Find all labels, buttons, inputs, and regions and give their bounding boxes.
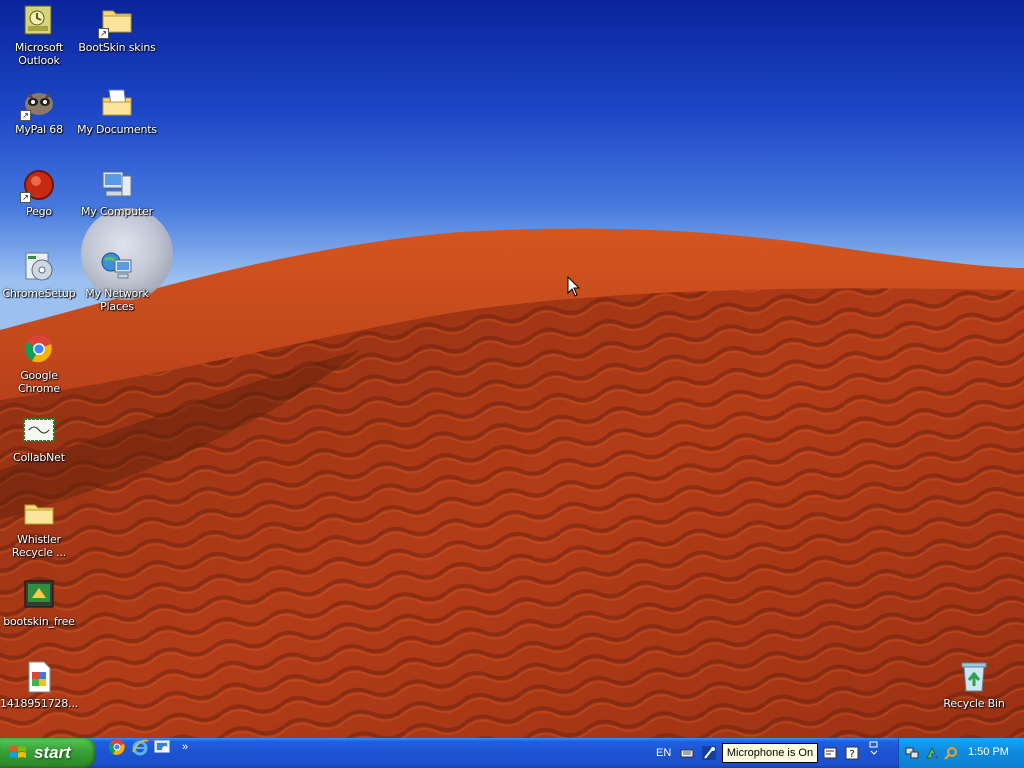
icon-label: Microsoft Outlook (14, 41, 64, 67)
microphone-status-tooltip: Microphone is On (722, 743, 818, 763)
icon-label: Pego (26, 205, 52, 218)
shortcut-arrow-icon: ↗ (98, 28, 109, 39)
mouse-cursor-icon (567, 276, 581, 297)
shortcut-arrow-icon: ↗ (20, 192, 31, 203)
icon-label: bootskin_free (3, 615, 75, 628)
desktop-icon-my-network-places[interactable]: My Network Places (77, 250, 157, 313)
quicklaunch-overflow-icon[interactable]: » (182, 741, 188, 753)
keyboard-icon[interactable] (680, 746, 694, 760)
network-tray-icon[interactable] (905, 746, 919, 760)
icon-label: 1418951728... (0, 697, 78, 710)
language-indicator[interactable]: EN (656, 747, 671, 759)
my-documents-icon (100, 86, 134, 120)
icon-label: Recycle Bin (943, 697, 1005, 710)
help-icon[interactable]: ? (845, 746, 859, 760)
google-chrome-icon (22, 332, 56, 366)
internet-explorer-icon[interactable] (131, 738, 149, 756)
search-tray-icon[interactable] (944, 746, 958, 760)
icon-label: BootSkin skins (78, 41, 156, 54)
pego-icon: ↗ (20, 168, 56, 203)
my-computer-icon (100, 168, 134, 202)
icon-label: My Computer (81, 205, 153, 218)
desktop-icon-image-file[interactable]: 1418951728... (0, 660, 79, 710)
microsoft-outlook-icon (22, 4, 56, 38)
mypal-icon: ↗ (20, 86, 56, 121)
desktop-icon-pego[interactable]: ↗ Pego (0, 168, 79, 218)
start-button[interactable]: start (0, 738, 96, 768)
icon-label: CollabNet (13, 451, 65, 464)
shortcut-arrow-icon: ↗ (20, 110, 31, 121)
chrome-quicklaunch-icon[interactable] (108, 738, 126, 756)
desktop-icon-bootskin-free[interactable]: bootskin_free (0, 578, 79, 628)
desktop-icon-whistler-recycle[interactable]: Whistler Recycle ... (0, 496, 79, 559)
desktop-icon-collabnet[interactable]: CollabNet (0, 414, 79, 464)
icon-label: Whistler Recycle ... (11, 533, 67, 559)
taskbar: start » EN Microphone is On ? 1:50 PM (0, 738, 1024, 768)
desktop-icon-my-documents[interactable]: My Documents (77, 86, 157, 136)
collabnet-icon (22, 414, 56, 448)
icon-label: ChromeSetup (2, 287, 76, 300)
network-places-icon (100, 250, 134, 284)
chrome-setup-icon (22, 250, 56, 284)
icon-label: My Network Places (85, 287, 149, 313)
desktop-icon-chrome-setup[interactable]: ChromeSetup (0, 250, 79, 300)
desktop: Microsoft Outlook ↗ MyPal 68 ↗ Pego Chro… (0, 0, 1024, 738)
restore-language-bar-icon[interactable] (867, 741, 881, 755)
show-desktop-icon[interactable] (153, 738, 171, 756)
microphone-icon[interactable] (702, 746, 716, 760)
file-icon (22, 660, 56, 694)
desktop-icon-bootskin-skins[interactable]: ↗ BootSkin skins (77, 4, 157, 54)
bootskin-icon (22, 578, 56, 612)
folder-icon (22, 496, 56, 530)
icon-label: My Documents (77, 123, 157, 136)
desktop-icon-mypal[interactable]: ↗ MyPal 68 (0, 86, 79, 136)
clock[interactable]: 1:50 PM (968, 746, 1009, 758)
speech-tools-icon[interactable] (823, 746, 837, 760)
icon-label: MyPal 68 (15, 123, 63, 136)
folder-icon: ↗ (98, 4, 134, 39)
safely-remove-hardware-icon[interactable] (925, 746, 939, 760)
start-label: start (34, 743, 71, 762)
desktop-icon-google-chrome[interactable]: Google Chrome (0, 332, 79, 395)
desktop-icon-recycle-bin[interactable]: Recycle Bin (934, 660, 1014, 710)
svg-text:?: ? (849, 749, 854, 760)
recycle-bin-icon (957, 660, 991, 694)
icon-label: Google Chrome (18, 369, 60, 395)
desktop-icon-microsoft-outlook[interactable]: Microsoft Outlook (0, 4, 79, 67)
windows-flag-icon (10, 746, 26, 758)
desktop-icon-my-computer[interactable]: My Computer (77, 168, 157, 218)
